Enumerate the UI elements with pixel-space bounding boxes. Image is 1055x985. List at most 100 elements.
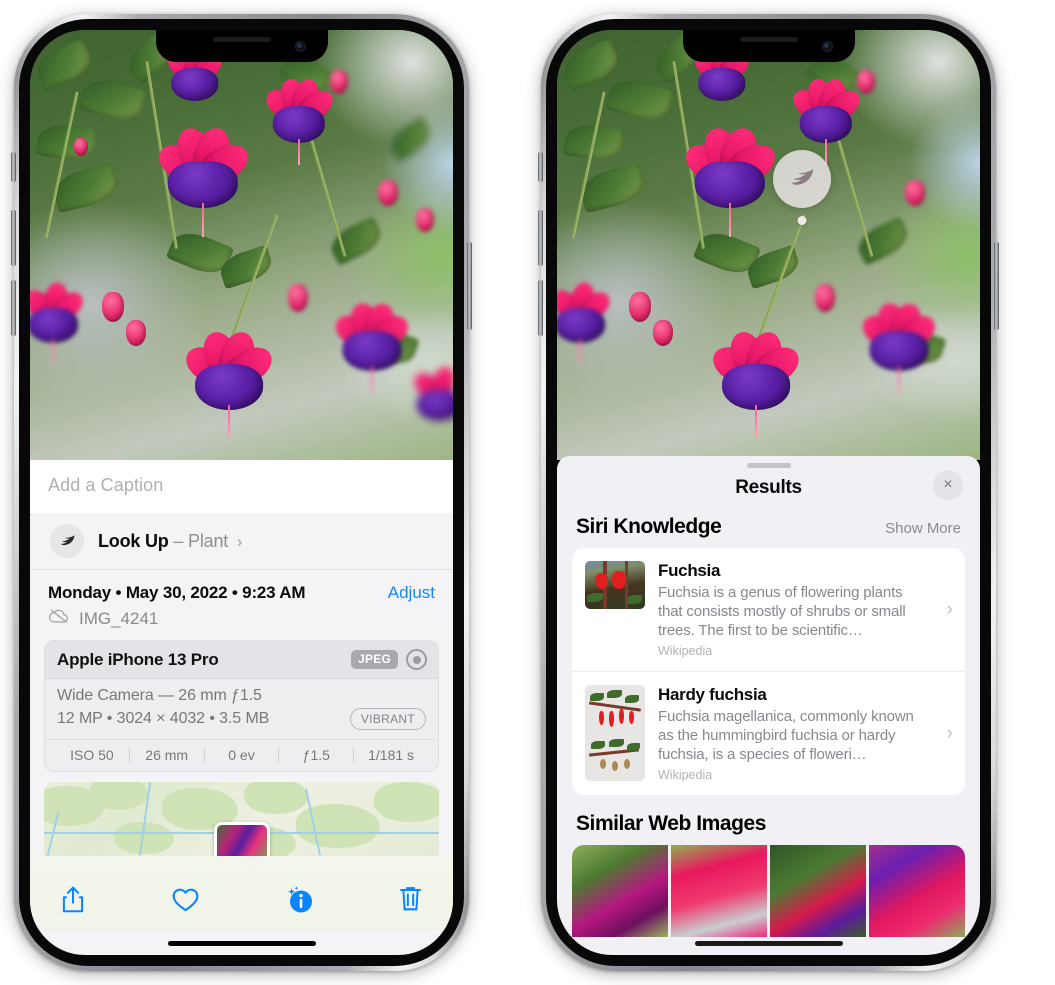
visual-lookup-badge[interactable] [773,150,831,225]
screen-left: Add a Caption ✦ ✦ Look Up – Plant › [30,30,453,955]
exif-stat-shutter: 1/181 s [368,747,415,763]
delete-icon[interactable] [398,885,423,914]
flower-bud [815,284,835,312]
knowledge-card-source: Wikipedia [658,644,713,658]
siri-knowledge-header: Siri Knowledge Show More [557,515,980,548]
date-row: Monday • May 30, 2022 • 9:23 AM Adjust [30,570,453,607]
leaf-icon[interactable] [773,150,831,208]
location-map[interactable] [44,782,439,856]
web-image-thumbnail[interactable] [869,845,965,937]
screen-right: Results × Siri Knowledge Show More Fuchs… [557,30,980,955]
adjust-button[interactable]: Adjust [388,583,435,603]
screenshot-canvas: Add a Caption ✦ ✦ Look Up – Plant › [0,0,1055,985]
volume-up-button-right[interactable] [538,210,543,266]
fuchsia-flower [148,123,258,237]
exif-stat-ev: 0 ev [228,747,255,763]
share-icon[interactable] [60,885,86,915]
photo-viewer-right[interactable] [557,30,980,460]
map-photo-pin[interactable] [213,822,270,856]
knowledge-card-source: Wikipedia [658,768,713,782]
close-icon[interactable]: × [933,470,963,500]
look-up-row[interactable]: ✦ ✦ Look Up – Plant › [30,508,453,570]
flower-bud [629,292,651,322]
flower-bud [102,292,124,322]
icloud-off-icon [48,608,70,629]
aperture-icon [406,649,427,670]
fuchsia-flower [675,123,785,237]
mute-switch-right[interactable] [538,152,543,182]
info-icon[interactable] [285,885,313,915]
exif-stat-focal: 26 mm [145,747,189,763]
web-image-thumbnail[interactable] [572,845,668,937]
show-more-button[interactable]: Show More [885,520,961,537]
flower-bud [74,138,88,156]
flower-bud [857,70,875,94]
fuchsia-flower [326,299,418,395]
home-indicator-left[interactable] [167,941,316,946]
fuchsia-flower [176,327,282,439]
file-row: IMG_4241 [30,607,453,640]
knowledge-card[interactable]: Hardy fuchsia Fuchsia magellanica, commo… [572,671,965,795]
caption-input[interactable]: Add a Caption [30,460,453,513]
lens-info: Wide Camera — 26 mm ƒ1.5 [57,687,262,704]
knowledge-thumbnail [585,685,645,781]
photo-date: Monday • May 30, 2022 • 9:23 AM [48,583,306,602]
flower-bud [653,320,673,346]
mute-switch-left[interactable] [11,152,16,182]
leaf-icon [50,524,84,558]
volume-down-button-left[interactable] [11,280,16,336]
caption-placeholder: Add a Caption [48,475,164,495]
notch-left [155,30,328,62]
fuchsia-flower [258,76,340,166]
siri-knowledge-cards: Fuchsia Fuchsia is a genus of flowering … [572,548,965,795]
power-button-left[interactable] [467,242,472,330]
look-up-dash: – [173,530,184,551]
knowledge-thumbnail [585,561,645,609]
web-image-thumbnail[interactable] [770,845,866,937]
knowledge-card-body: Fuchsia Fuchsia is a genus of flowering … [658,561,930,658]
exif-header: Apple iPhone 13 Pro JPEG [45,641,438,679]
knowledge-card-body: Hardy fuchsia Fuchsia magellanica, commo… [658,685,930,782]
exif-stats-row: ISO 50 26 mm 0 ev ƒ1.5 1/181 s [45,739,438,771]
front-camera-left [294,41,306,52]
look-up-label: Look Up – Plant › [98,530,243,552]
exif-stat-aperture: ƒ1.5 [302,747,330,763]
flower-bud [330,70,348,94]
flower-bud [905,180,925,206]
exif-stat-iso: ISO 50 [70,747,114,763]
photographic-style-badge: VIBRANT [349,708,426,730]
chevron-right-icon: › [236,531,243,551]
power-button-right[interactable] [994,242,999,330]
knowledge-card-description: Fuchsia magellanica, commonly known as t… [658,708,914,763]
volume-down-button-right[interactable] [538,280,543,336]
home-indicator-right[interactable] [694,941,843,946]
flower-bud [378,180,398,206]
iphone-left: Add a Caption ✦ ✦ Look Up – Plant › [11,14,472,971]
look-up-category: Plant [188,530,229,551]
chevron-right-icon: › [946,722,953,744]
flower-bud [416,208,434,232]
earpiece-speaker-left [212,37,271,42]
notch-right [682,30,855,62]
fuchsia-flower [785,76,867,166]
similar-web-images-strip [572,845,965,937]
fuchsia-flower [30,280,92,364]
fuchsia-flower [404,364,453,422]
fuchsia-flower [853,299,945,395]
photo-info-sheet: Add a Caption ✦ ✦ Look Up – Plant › [30,460,453,955]
fuchsia-flower [703,327,809,439]
results-title: Results [735,477,802,498]
knowledge-card[interactable]: Fuchsia Fuchsia is a genus of flowering … [572,548,965,671]
knowledge-card-title: Fuchsia [658,561,721,580]
favorite-icon[interactable] [171,886,200,913]
exif-body: Wide Camera — 26 mm ƒ1.5 12 MP • 3024 × … [45,679,438,739]
web-image-thumbnail[interactable] [671,845,767,937]
earpiece-speaker-right [739,37,798,42]
volume-up-button-left[interactable] [11,210,16,266]
photo-viewer-left[interactable] [30,30,453,464]
image-size-info: 12 MP • 3024 × 4032 • 3.5 MB [57,710,270,727]
exif-card: Apple iPhone 13 Pro JPEG Wide Camera — 2… [44,640,439,772]
results-header: Results × [557,468,980,515]
knowledge-card-title: Hardy fuchsia [658,685,767,704]
photo-toolbar [30,856,453,930]
